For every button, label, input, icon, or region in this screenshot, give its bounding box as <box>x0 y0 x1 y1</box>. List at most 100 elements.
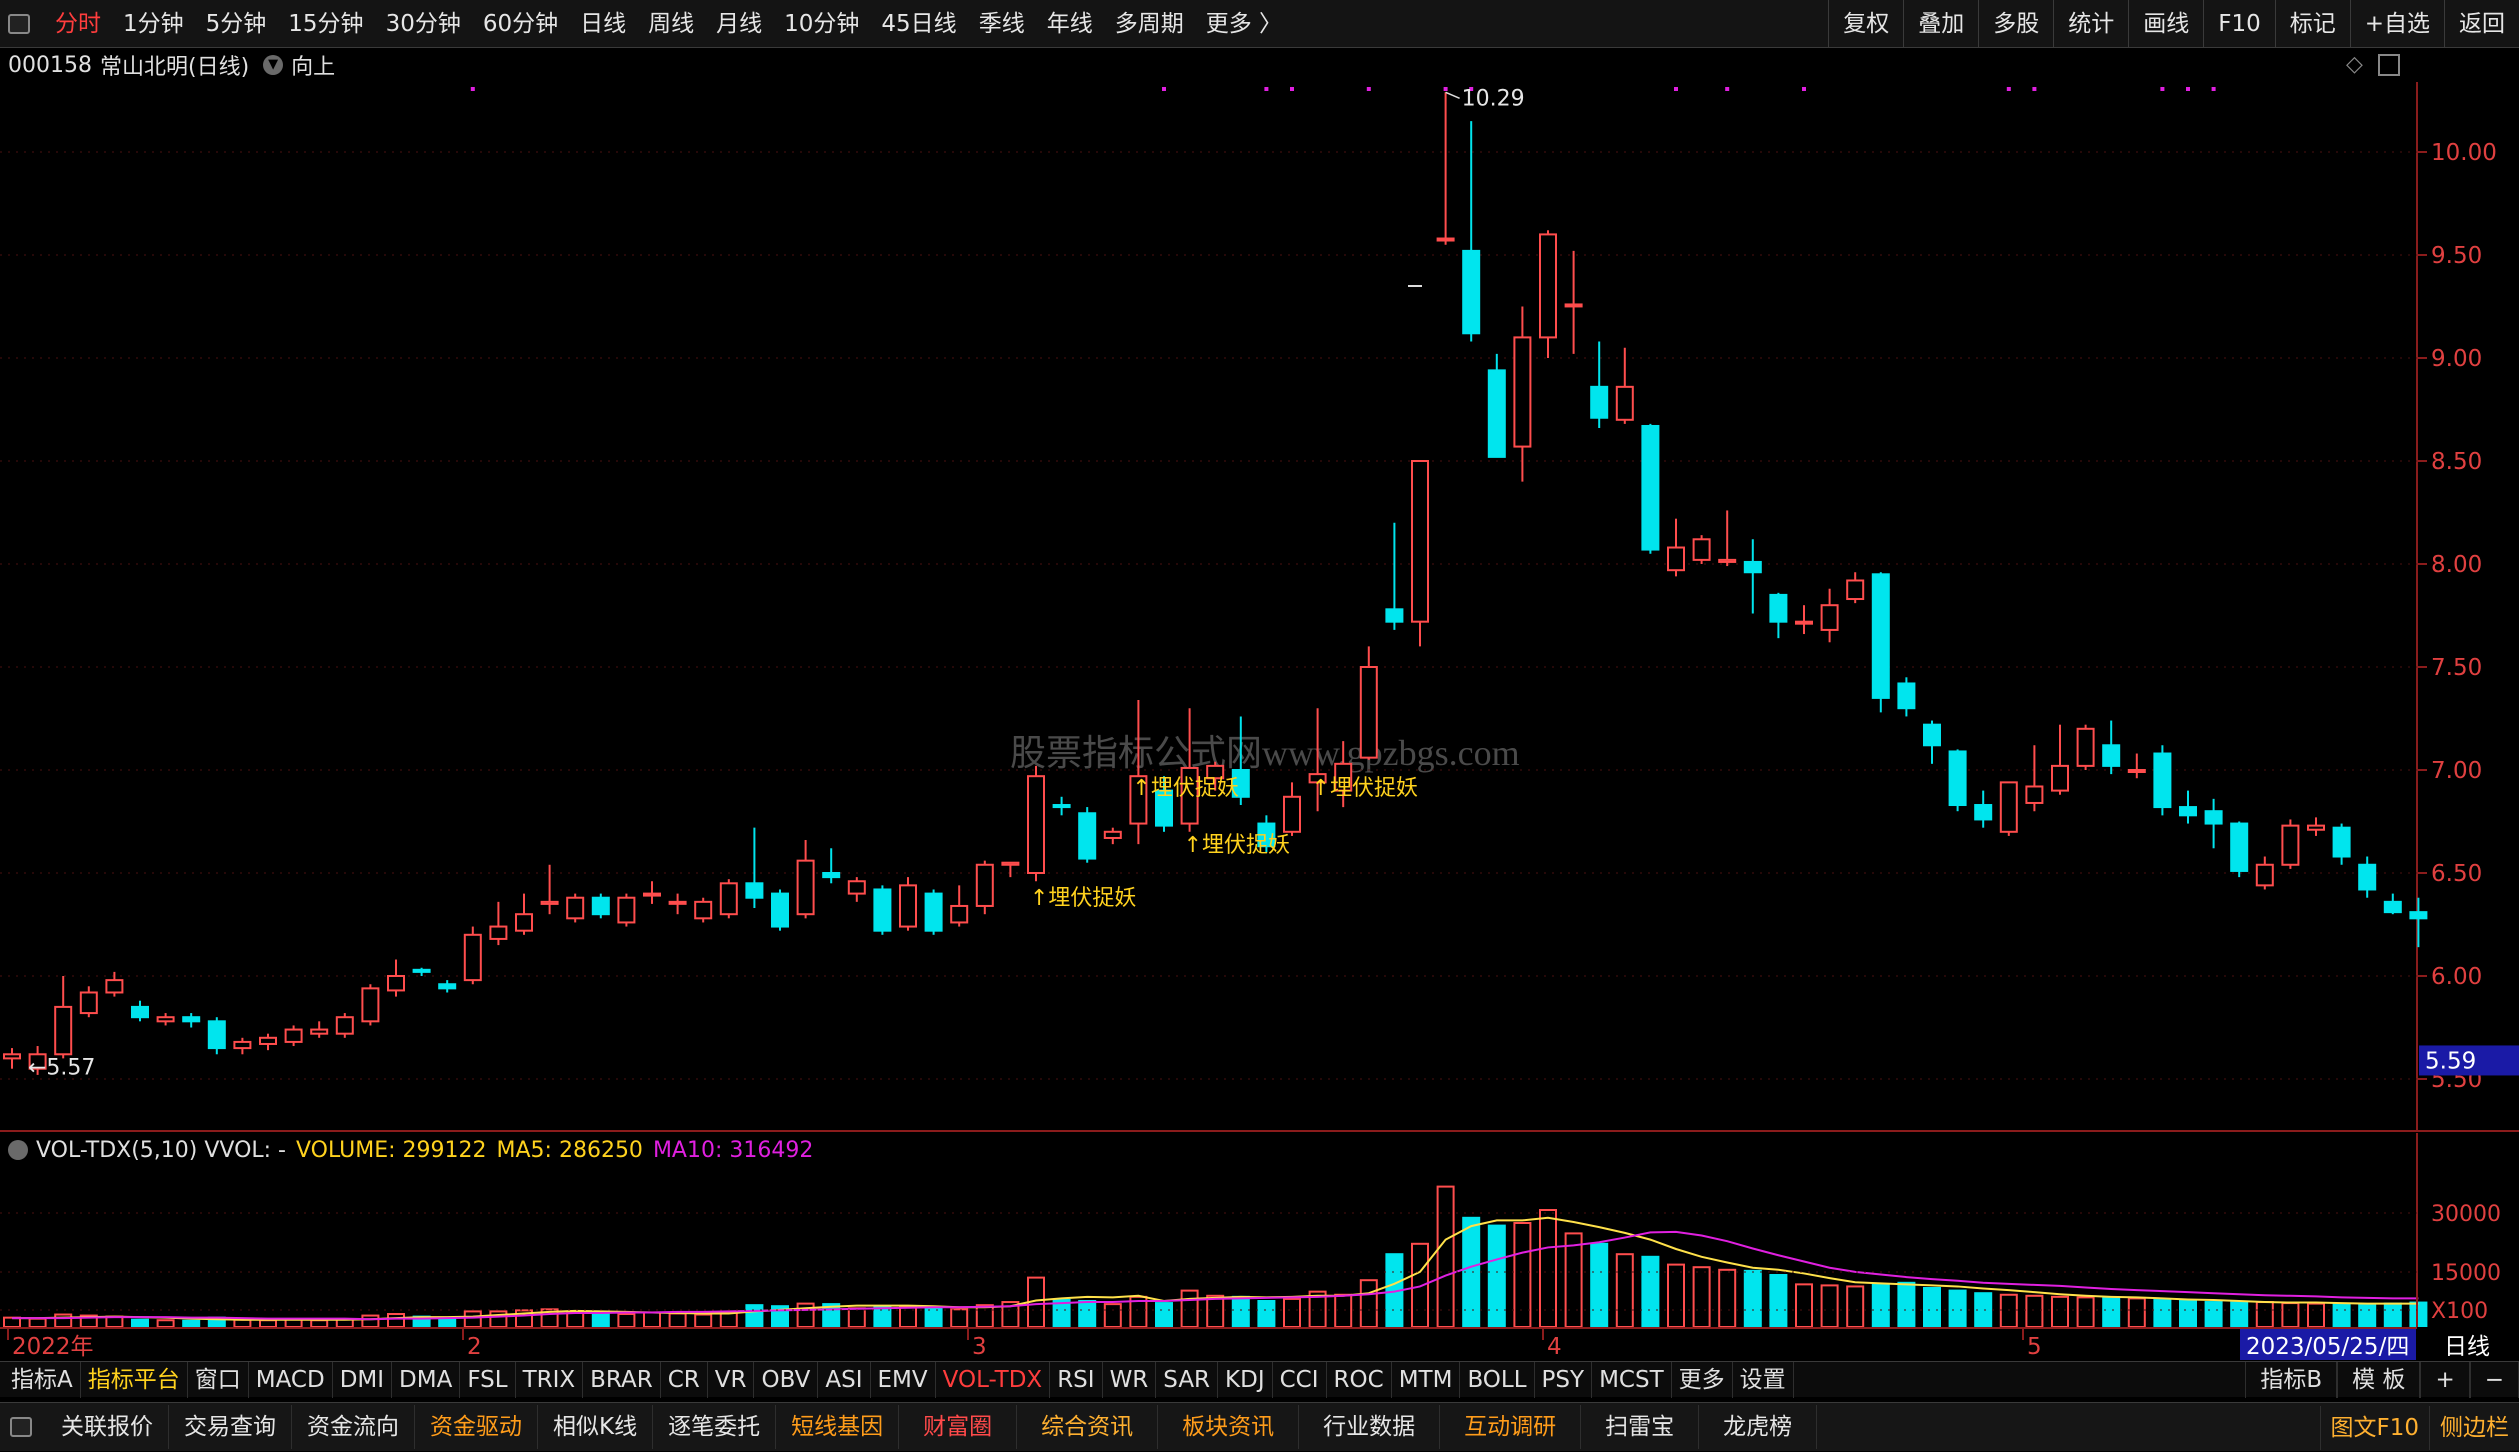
candle[interactable] <box>1950 749 1966 811</box>
period-tab-1[interactable]: 1分钟 <box>112 0 195 48</box>
indicator-tab-asi[interactable]: ASI <box>818 1362 870 1398</box>
candle[interactable] <box>2129 754 2145 779</box>
candle[interactable] <box>2359 857 2375 898</box>
function-tab-9[interactable]: 板块资讯 <box>1158 1405 1299 1449</box>
candle[interactable] <box>81 986 97 1017</box>
period-tab-2[interactable]: 5分钟 <box>195 0 278 48</box>
candle[interactable] <box>465 927 481 985</box>
function-tab-0[interactable]: 关联报价 <box>46 1405 169 1449</box>
indicator-tab-vol-tdx[interactable]: VOL-TDX <box>936 1362 1051 1398</box>
function-tab-3[interactable]: 资金驱动 <box>415 1405 538 1449</box>
function-tab-11[interactable]: 互动调研 <box>1440 1405 1581 1449</box>
indicator-tab-1[interactable]: 指标平台 <box>81 1362 188 1398</box>
candle[interactable] <box>1386 523 1402 630</box>
candle[interactable] <box>260 1034 276 1050</box>
toolbar-button-6[interactable]: 标记 <box>2275 0 2350 48</box>
candle[interactable] <box>2078 725 2094 770</box>
period-tab-8[interactable]: 月线 <box>705 0 773 48</box>
indicator-tab-26[interactable]: 设置 <box>1733 1362 1794 1398</box>
candle[interactable] <box>2231 822 2247 878</box>
candle[interactable] <box>234 1038 250 1054</box>
indicator-tab-emv[interactable]: EMV <box>871 1362 936 1398</box>
indicator-tab-wr[interactable]: WR <box>1103 1362 1157 1398</box>
function-tab-8[interactable]: 综合资讯 <box>1017 1405 1158 1449</box>
candle[interactable] <box>721 879 737 918</box>
candle[interactable] <box>311 1021 327 1037</box>
indicator-right-button-2[interactable]: + <box>2420 1362 2469 1398</box>
candle[interactable] <box>286 1025 302 1046</box>
indicator-tab-vr[interactable]: VR <box>708 1362 755 1398</box>
panel-toggle-icon[interactable] <box>2378 54 2400 76</box>
indicator-right-button-0[interactable]: 指标B <box>2245 1362 2337 1398</box>
candle[interactable] <box>618 894 634 927</box>
candle[interactable] <box>439 980 455 992</box>
candle[interactable] <box>362 984 378 1025</box>
candle[interactable] <box>849 877 865 902</box>
period-tab-12[interactable]: 年线 <box>1036 0 1104 48</box>
candle[interactable] <box>2026 745 2042 811</box>
function-tab-1[interactable]: 交易查询 <box>169 1405 292 1449</box>
function-tab-7[interactable]: 财富圈 <box>899 1405 1017 1449</box>
candle[interactable] <box>1489 354 1505 457</box>
toolbar-button-0[interactable]: 复权 <box>1828 0 1903 48</box>
candle[interactable] <box>1668 519 1684 577</box>
toolbar-button-2[interactable]: 多股 <box>1978 0 2053 48</box>
function-tab-5[interactable]: 逐笔委托 <box>653 1405 776 1449</box>
candle[interactable] <box>1924 721 1940 764</box>
candle[interactable] <box>1591 342 1607 429</box>
indicator-tab-25[interactable]: 更多 <box>1672 1362 1733 1398</box>
indicator-tab-a[interactable]: 指标A <box>4 1362 81 1398</box>
candle[interactable] <box>1847 572 1863 603</box>
period-tab-3[interactable]: 15分钟 <box>277 0 374 48</box>
toolbar-button-5[interactable]: F10 <box>2203 0 2275 48</box>
candle[interactable] <box>4 1048 20 1069</box>
indicator-right-button-1[interactable]: 模 板 <box>2337 1362 2420 1398</box>
candlestick-chart[interactable]: 股票指标公式网www.gpzbgs.com 10.009.509.008.508… <box>0 82 2519 1132</box>
candle[interactable] <box>977 861 993 915</box>
indicator-tab-roc[interactable]: ROC <box>1327 1362 1392 1398</box>
indicator-tab-boll[interactable]: BOLL <box>1460 1362 1534 1398</box>
candle[interactable] <box>926 889 942 934</box>
function-menu-icon[interactable] <box>10 1417 32 1437</box>
candle[interactable] <box>1028 766 1044 881</box>
candle[interactable] <box>1770 593 1786 638</box>
candle[interactable] <box>1642 424 1658 554</box>
candle[interactable] <box>951 885 967 926</box>
toolbar-button-1[interactable]: 叠加 <box>1903 0 1978 48</box>
indicator-tab-dmi[interactable]: DMI <box>333 1362 392 1398</box>
toolbar-button-8[interactable]: 返回 <box>2444 0 2519 48</box>
candle[interactable] <box>1105 828 1121 844</box>
candle[interactable] <box>55 976 71 1058</box>
indicator-tab-cr[interactable]: CR <box>661 1362 708 1398</box>
candle[interactable] <box>772 889 788 930</box>
candle[interactable] <box>490 902 506 945</box>
candle[interactable] <box>516 894 532 935</box>
candle[interactable] <box>2154 745 2170 815</box>
candle[interactable] <box>183 1013 199 1027</box>
indicator-tab-mtm[interactable]: MTM <box>1392 1362 1461 1398</box>
function-tab-6[interactable]: 短线基因 <box>776 1405 899 1449</box>
toolbar-button-7[interactable]: +自选 <box>2350 0 2444 48</box>
candle[interactable] <box>695 898 711 923</box>
candle[interactable] <box>1438 92 1454 244</box>
candle[interactable] <box>2206 799 2222 848</box>
candle[interactable] <box>746 828 762 908</box>
period-tab-14[interactable]: 更多 〉 <box>1195 0 1293 48</box>
period-tab-4[interactable]: 30分钟 <box>375 0 472 48</box>
window-menu-icon[interactable] <box>8 14 30 34</box>
period-tab-0[interactable]: 分时 <box>44 0 112 48</box>
candle[interactable] <box>1361 646 1377 759</box>
indicator-tab-dma[interactable]: DMA <box>392 1362 460 1398</box>
candle[interactable] <box>900 877 916 931</box>
candle[interactable] <box>1617 348 1633 424</box>
function-tab-2[interactable]: 资金流向 <box>292 1405 415 1449</box>
indicator-tab-sar[interactable]: SAR <box>1156 1362 1218 1398</box>
indicator-right-button-3[interactable]: − <box>2470 1362 2519 1398</box>
candle[interactable] <box>1284 782 1300 836</box>
indicator-tab-psy[interactable]: PSY <box>1535 1362 1593 1398</box>
function-right-button-1[interactable]: 侧边栏 <box>2429 1406 2519 1450</box>
indicator-tab-rsi[interactable]: RSI <box>1050 1362 1102 1398</box>
candle[interactable] <box>670 894 686 915</box>
candle[interactable] <box>1514 307 1530 482</box>
candle[interactable] <box>2257 857 2273 890</box>
